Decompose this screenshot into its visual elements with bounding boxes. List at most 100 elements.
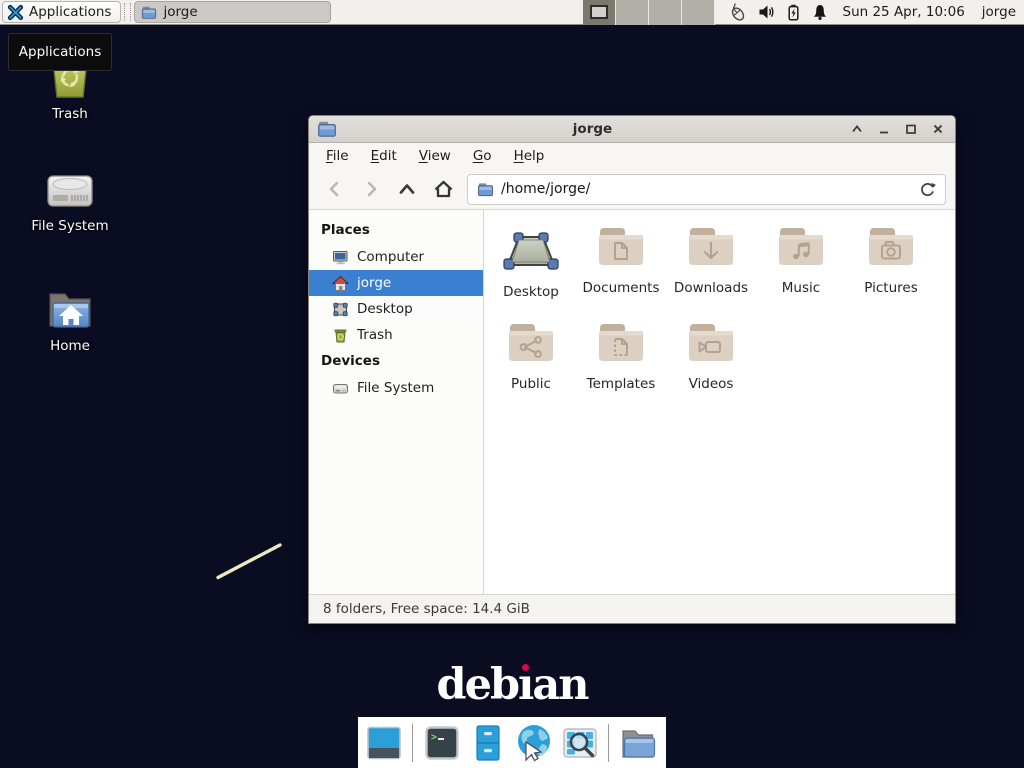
dock: > xyxy=(358,717,666,768)
close-button[interactable] xyxy=(929,120,947,138)
path-text[interactable]: /home/jorge/ xyxy=(501,181,919,197)
dock-item-terminal[interactable]: > xyxy=(421,722,462,763)
folder-documents-icon xyxy=(594,222,648,274)
forward-button[interactable] xyxy=(353,173,389,205)
sidebar-item-label: Computer xyxy=(357,249,424,265)
menu-item-edit[interactable]: Edit xyxy=(360,143,408,169)
file-item-templates[interactable]: Templates xyxy=(576,318,666,414)
workspace-4[interactable] xyxy=(682,0,715,25)
toolbar: /home/jorge/ xyxy=(309,169,955,210)
forward-icon xyxy=(361,179,381,199)
dock-separator xyxy=(412,724,413,762)
sidebar-item-label: Trash xyxy=(357,327,393,343)
menubar: File Edit View Go Help xyxy=(309,143,955,169)
sidebar-item-trash[interactable]: Trash xyxy=(309,322,483,348)
applications-button[interactable]: Applications xyxy=(2,1,121,23)
taskbar-label: jorge xyxy=(163,4,197,20)
sidebar-header-devices: Devices xyxy=(309,348,483,375)
workspace-3[interactable] xyxy=(649,0,682,25)
file-item-label: Downloads xyxy=(674,280,748,296)
top-panel: Applications jorge xyxy=(0,0,1024,25)
file-item-videos[interactable]: Videos xyxy=(666,318,756,414)
desktop-settings-icon xyxy=(364,723,404,763)
applications-label: Applications xyxy=(29,4,111,20)
menu-item-help[interactable]: Help xyxy=(503,143,556,169)
up-icon xyxy=(397,179,417,199)
menu-item-go[interactable]: Go xyxy=(462,143,503,169)
file-item-label: Desktop xyxy=(503,284,559,300)
back-button[interactable] xyxy=(317,173,353,205)
computer-icon xyxy=(332,249,349,266)
back-icon xyxy=(325,179,345,199)
sidebar-item-filesystem[interactable]: File System xyxy=(309,375,483,401)
file-item-label: Videos xyxy=(689,376,734,392)
file-item-documents[interactable]: Documents xyxy=(576,222,666,318)
file-grid: Desktop Documents xyxy=(484,210,955,594)
folder-templates-icon xyxy=(594,318,648,370)
folder-icon xyxy=(141,5,157,20)
panel-handle[interactable] xyxy=(124,3,131,21)
desktop-icon-label: Home xyxy=(50,338,90,354)
up-button[interactable] xyxy=(389,173,425,205)
home-icon xyxy=(332,275,349,292)
home-button[interactable] xyxy=(425,173,461,205)
file-item-public[interactable]: Public xyxy=(486,318,576,414)
sidebar-item-jorge[interactable]: jorge xyxy=(309,270,483,296)
debian-logo-dot xyxy=(522,664,529,671)
maximize-button[interactable] xyxy=(902,120,920,138)
volume-icon[interactable] xyxy=(758,4,775,20)
file-item-label: Music xyxy=(782,280,820,296)
sidebar-item-computer[interactable]: Computer xyxy=(309,244,483,270)
shade-icon xyxy=(849,121,865,137)
dock-item-app-finder[interactable] xyxy=(559,722,600,763)
pathbar[interactable]: /home/jorge/ xyxy=(467,174,946,205)
window-title: jorge xyxy=(337,121,848,137)
debian-logo: debıan xyxy=(0,660,1024,710)
sidebar: Places Computer xyxy=(309,210,484,594)
desktop-icon-filesystem[interactable]: File System xyxy=(22,168,118,234)
file-item-desktop[interactable]: Desktop xyxy=(486,222,576,318)
workspace-2[interactable] xyxy=(616,0,649,25)
file-item-downloads[interactable]: Downloads xyxy=(666,222,756,318)
dock-item-file-cabinet[interactable] xyxy=(467,722,508,763)
taskbar-button[interactable]: jorge xyxy=(134,1,331,23)
file-item-label: Templates xyxy=(587,376,656,392)
window-icon xyxy=(317,120,337,138)
sidebar-item-label: Desktop xyxy=(357,301,413,317)
desktop-icon xyxy=(332,301,349,318)
file-item-label: Documents xyxy=(583,280,660,296)
sidebar-item-label: File System xyxy=(357,380,434,396)
applications-tooltip: Applications xyxy=(8,33,112,71)
shade-button[interactable] xyxy=(848,120,866,138)
sidebar-item-desktop[interactable]: Desktop xyxy=(309,296,483,322)
panel-clock[interactable]: Sun 25 Apr, 10:06 xyxy=(843,4,965,20)
file-item-music[interactable]: Music xyxy=(756,222,846,318)
folder-public-icon xyxy=(504,318,558,370)
minimize-button[interactable] xyxy=(875,120,893,138)
mouse-icon[interactable] xyxy=(728,3,748,22)
workspace-1[interactable] xyxy=(583,0,616,25)
dock-item-web-browser[interactable] xyxy=(513,722,554,763)
diagonal-line xyxy=(214,540,286,582)
titlebar[interactable]: jorge xyxy=(309,116,955,143)
svg-text:>: > xyxy=(431,732,437,743)
dock-item-desktop-settings[interactable] xyxy=(363,722,404,763)
maximize-icon xyxy=(903,121,919,137)
pathbar-folder-icon xyxy=(477,182,494,197)
dock-item-file-manager[interactable] xyxy=(617,722,658,763)
workspace-window-preview xyxy=(590,5,608,19)
file-manager-window: jorge File Edit V xyxy=(308,115,956,624)
statusbar: 8 folders, Free space: 14.4 GiB xyxy=(309,594,955,623)
folder-icon xyxy=(617,723,658,763)
reload-icon[interactable] xyxy=(919,181,936,198)
sidebar-header-places: Places xyxy=(309,217,483,244)
menu-item-view[interactable]: View xyxy=(408,143,462,169)
desktop-icon-label: File System xyxy=(31,218,108,234)
menu-item-file[interactable]: File xyxy=(315,143,360,169)
home-icon xyxy=(433,179,454,199)
file-item-pictures[interactable]: Pictures xyxy=(846,222,936,318)
xfce-menu-icon xyxy=(7,4,24,21)
desktop-icon-home[interactable]: Home xyxy=(22,286,118,354)
battery-charging-icon[interactable] xyxy=(785,4,802,21)
bell-icon[interactable] xyxy=(812,4,828,21)
